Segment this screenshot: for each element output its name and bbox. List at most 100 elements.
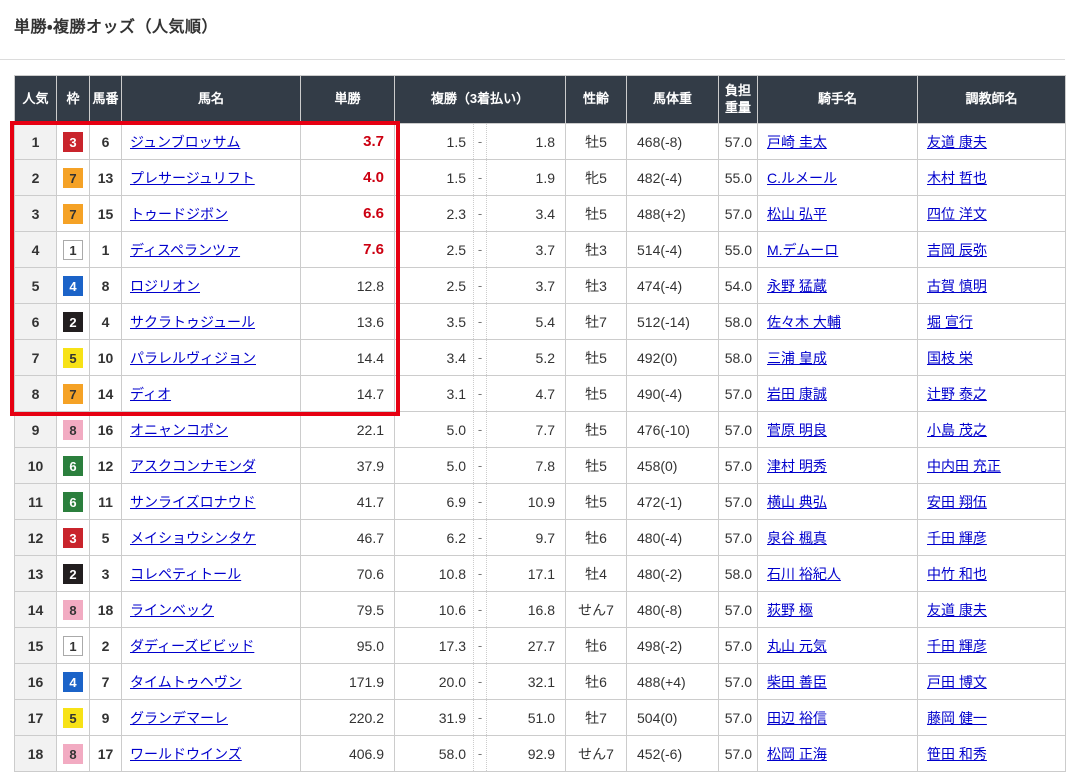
trainer-link[interactable]: 古賀 慎明	[927, 278, 987, 294]
place-odds-max: 9.7	[487, 530, 565, 546]
jockey-link[interactable]: 永野 猛蔵	[767, 278, 827, 294]
table-row: 14818ラインベック79.510.6-16.8せん7480(-8)57.0荻野…	[15, 592, 1066, 628]
trainer-link[interactable]: 友道 康夫	[927, 134, 987, 150]
jockey-link[interactable]: 戸崎 圭太	[767, 134, 827, 150]
horse-link[interactable]: ディスペランツァ	[130, 242, 240, 258]
win-odds-cell: 46.7	[301, 520, 395, 556]
place-odds-range: 2.5-3.7	[395, 268, 565, 303]
trainer-cell: 藤岡 健一	[918, 700, 1066, 736]
carried-weight-cell: 57.0	[719, 592, 758, 628]
trainer-link[interactable]: 辻野 泰之	[927, 386, 987, 402]
jockey-link[interactable]: 岩田 康誠	[767, 386, 827, 402]
place-odds-min: 2.3	[395, 206, 473, 222]
carried-weight-cell: 57.0	[719, 700, 758, 736]
horse-link[interactable]: サクラトゥジュール	[130, 314, 255, 330]
jockey-link[interactable]: 津村 明秀	[767, 458, 827, 474]
trainer-link[interactable]: 中竹 和也	[927, 566, 987, 582]
place-odds-range: 1.5-1.9	[395, 160, 565, 195]
horse-name-cell: ダディーズビビッド	[122, 628, 301, 664]
frame-number-badge: 3	[63, 528, 83, 548]
trainer-link[interactable]: 笹田 和秀	[927, 746, 987, 762]
place-odds-cell: 58.0-92.9	[395, 736, 566, 772]
trainer-link[interactable]: 安田 翔伍	[927, 494, 987, 510]
frame-cell: 7	[57, 160, 90, 196]
horse-link[interactable]: ディオ	[130, 386, 171, 402]
horse-link[interactable]: タイムトゥヘヴン	[130, 674, 242, 690]
frame-cell: 4	[57, 664, 90, 700]
frame-number-badge: 4	[63, 276, 83, 296]
trainer-link[interactable]: 小島 茂之	[927, 422, 987, 438]
col-header-horse: 馬名	[122, 76, 301, 124]
trainer-link[interactable]: 友道 康夫	[927, 602, 987, 618]
sex-age-cell: 牡5	[566, 484, 627, 520]
sex-age-cell: 牝5	[566, 160, 627, 196]
horse-link[interactable]: ロジリオン	[130, 278, 200, 294]
horse-link[interactable]: アスクコンナモンダ	[130, 458, 256, 474]
jockey-link[interactable]: 田辺 裕信	[767, 710, 827, 726]
jockey-link[interactable]: 松山 弘平	[767, 206, 827, 222]
place-odds-dash: -	[473, 628, 487, 663]
carried-weight-cell: 57.0	[719, 664, 758, 700]
horse-link[interactable]: ラインベック	[130, 602, 214, 618]
jockey-link[interactable]: 泉谷 楓真	[767, 530, 827, 546]
horse-link[interactable]: ワールドウインズ	[130, 746, 242, 762]
place-odds-max: 3.4	[487, 206, 565, 222]
place-odds-dash: -	[473, 160, 487, 195]
carried-weight-cell: 57.0	[719, 484, 758, 520]
rank-cell: 15	[15, 628, 57, 664]
jockey-link[interactable]: 丸山 元気	[767, 638, 827, 654]
trainer-link[interactable]: 千田 輝彦	[927, 638, 987, 654]
trainer-cell: 辻野 泰之	[918, 376, 1066, 412]
trainer-cell: 千田 輝彦	[918, 520, 1066, 556]
jockey-link[interactable]: C.ルメール	[767, 170, 837, 186]
horse-link[interactable]: パラレルヴィジョン	[130, 350, 256, 366]
table-row: 136ジュンブロッサム3.71.5-1.8牡5468(-8)57.0戸崎 圭太友…	[15, 124, 1066, 160]
trainer-link[interactable]: 吉岡 辰弥	[927, 242, 987, 258]
trainer-link[interactable]: 堀 宣行	[927, 314, 973, 330]
table-row: 10612アスクコンナモンダ37.95.0-7.8牡5458(0)57.0津村 …	[15, 448, 1066, 484]
horse-link[interactable]: サンライズロナウド	[130, 494, 256, 510]
jockey-link[interactable]: 横山 典弘	[767, 494, 827, 510]
table-row: 18817ワールドウインズ406.958.0-92.9せん7452(-6)57.…	[15, 736, 1066, 772]
place-odds-max: 3.7	[487, 242, 565, 258]
jockey-link[interactable]: 菅原 明良	[767, 422, 827, 438]
sex-age-cell: 牡6	[566, 520, 627, 556]
jockey-link[interactable]: M.デムーロ	[767, 242, 838, 258]
trainer-link[interactable]: 国枝 栄	[927, 350, 973, 366]
jockey-link[interactable]: 松岡 正海	[767, 746, 827, 762]
horse-link[interactable]: メイショウシンタケ	[130, 530, 256, 546]
jockey-link[interactable]: 荻野 極	[767, 602, 813, 618]
trainer-link[interactable]: 中内田 充正	[927, 458, 1001, 474]
place-odds-dash: -	[473, 124, 487, 159]
sex-age-cell: 牡7	[566, 700, 627, 736]
jockey-link[interactable]: 三浦 皇成	[767, 350, 827, 366]
place-odds-cell: 1.5-1.8	[395, 124, 566, 160]
trainer-link[interactable]: 千田 輝彦	[927, 530, 987, 546]
trainer-link[interactable]: 四位 洋文	[927, 206, 987, 222]
horse-link[interactable]: グランデマーレ	[130, 710, 228, 726]
odds-table-header: 人気 枠 馬番 馬名 単勝 複勝（3着払い） 性齢 馬体重 負担 重量 騎手名 …	[15, 76, 1066, 124]
horse-link[interactable]: トゥードジボン	[130, 206, 228, 222]
horse-weight-cell: 468(-8)	[627, 124, 719, 160]
place-odds-range: 10.8-17.1	[395, 556, 565, 591]
trainer-link[interactable]: 木村 哲也	[927, 170, 987, 186]
jockey-link[interactable]: 柴田 善臣	[767, 674, 827, 690]
odds-table-body: 136ジュンブロッサム3.71.5-1.8牡5468(-8)57.0戸崎 圭太友…	[15, 124, 1066, 772]
trainer-link[interactable]: 戸田 博文	[927, 674, 987, 690]
horse-link[interactable]: プレサージュリフト	[130, 170, 255, 186]
place-odds-dash: -	[473, 268, 487, 303]
trainer-link[interactable]: 藤岡 健一	[927, 710, 987, 726]
rank-cell: 18	[15, 736, 57, 772]
rank-cell: 7	[15, 340, 57, 376]
place-odds-min: 6.9	[395, 494, 473, 510]
place-odds-max: 32.1	[487, 674, 565, 690]
horse-link[interactable]: コレペティトール	[130, 566, 241, 582]
jockey-link[interactable]: 佐々木 大輔	[767, 314, 841, 330]
horse-number-cell: 3	[90, 556, 122, 592]
frame-cell: 3	[57, 520, 90, 556]
horse-link[interactable]: ダディーズビビッド	[130, 638, 254, 654]
horse-link[interactable]: オニャンコポン	[130, 422, 228, 438]
place-odds-dash: -	[473, 376, 487, 411]
jockey-link[interactable]: 石川 裕紀人	[767, 566, 841, 582]
horse-link[interactable]: ジュンブロッサム	[130, 134, 240, 150]
